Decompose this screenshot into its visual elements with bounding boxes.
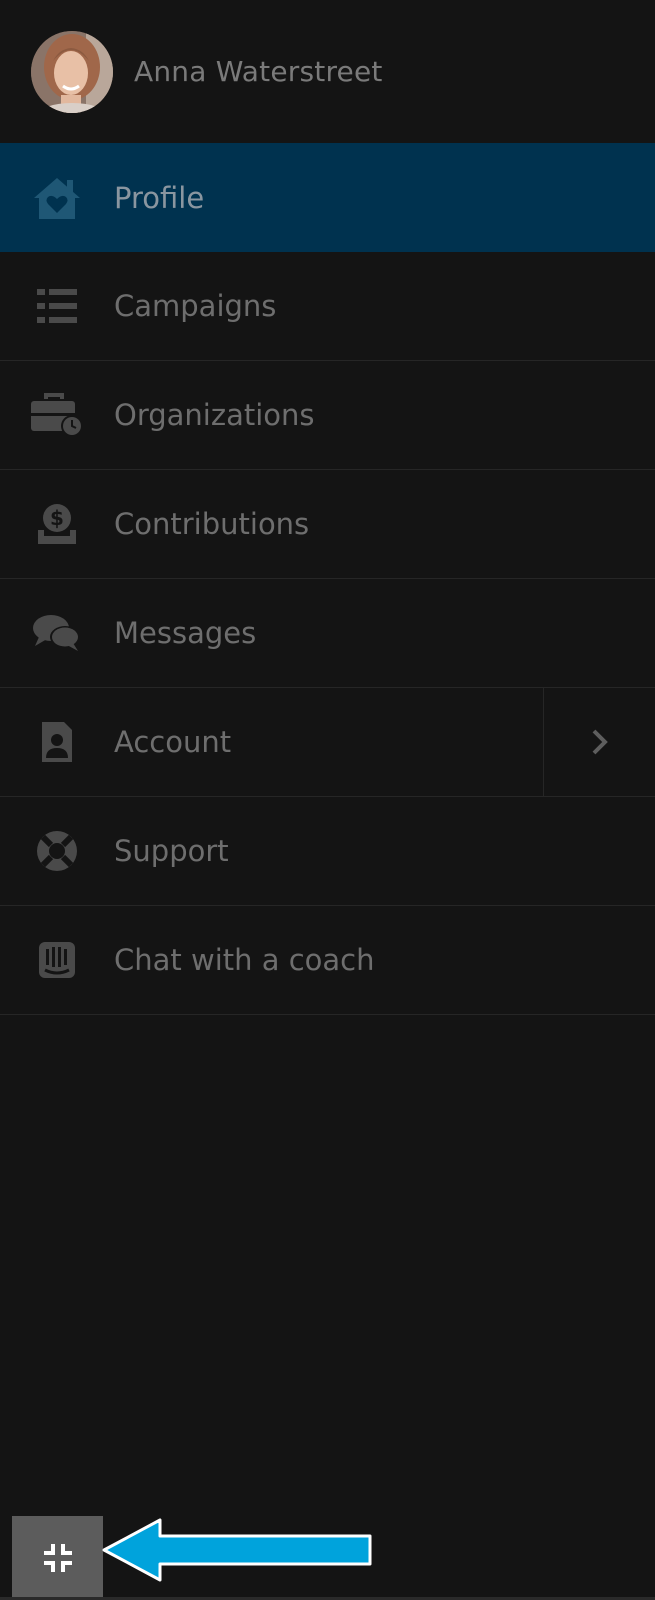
compress-icon [43, 1544, 72, 1572]
chat-bubbles-icon [30, 606, 84, 660]
menu-item-chat-with-coach[interactable]: Chat with a coach [0, 906, 655, 1015]
menu-item-contributions[interactable]: $ Contributions [0, 470, 655, 579]
user-name[interactable]: Anna Waterstreet [134, 55, 383, 88]
menu-item-account[interactable]: Account [0, 688, 655, 797]
menu-item-label: Profile [114, 180, 205, 215]
briefcase-clock-icon [30, 388, 84, 442]
contact-card-icon [30, 715, 84, 769]
menu-item-label: Messages [114, 616, 257, 650]
menu-item-organizations[interactable]: Organizations [0, 361, 655, 470]
list-icon [30, 279, 84, 333]
menu-item-messages[interactable]: Messages [0, 579, 655, 688]
lifebuoy-icon [30, 824, 84, 878]
intercom-chat-icon [30, 933, 84, 987]
account-submenu-toggle[interactable] [543, 688, 655, 796]
menu-item-label: Campaigns [114, 289, 277, 323]
dollar-inbox-icon: $ [30, 497, 84, 551]
menu-item-campaigns[interactable]: Campaigns [0, 252, 655, 361]
chevron-right-icon [592, 729, 608, 755]
svg-text:$: $ [50, 506, 64, 530]
collapse-sidebar-button[interactable] [12, 1516, 103, 1600]
main-menu: Profile Campaigns Organizations $ Contri… [0, 143, 655, 1015]
avatar-photo [31, 30, 113, 113]
user-header[interactable]: Anna Waterstreet [0, 0, 655, 143]
sidebar: Anna Waterstreet Profile Campaigns Organ… [0, 0, 655, 1600]
pointer-arrow-icon [102, 1518, 372, 1582]
avatar[interactable] [31, 30, 113, 113]
menu-item-profile[interactable]: Profile [0, 143, 655, 252]
menu-item-label: Contributions [114, 507, 310, 541]
menu-item-label: Chat with a coach [114, 943, 375, 977]
menu-item-label: Support [114, 834, 229, 868]
menu-item-support[interactable]: Support [0, 797, 655, 906]
menu-item-label: Organizations [114, 398, 315, 432]
home-heart-icon [30, 171, 84, 225]
menu-item-label: Account [114, 725, 232, 759]
